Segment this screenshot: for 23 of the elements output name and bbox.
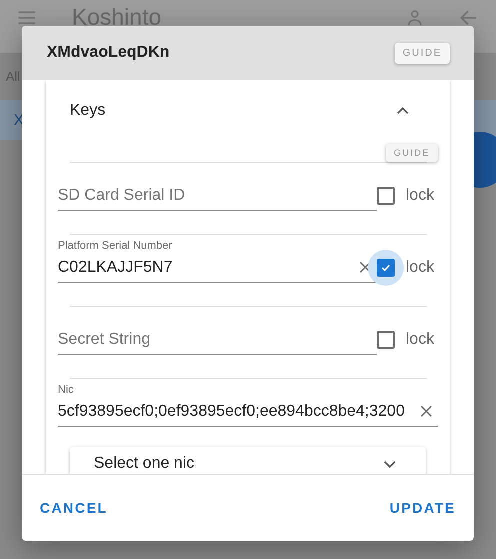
lock-label: lock [406,187,434,205]
lock-label: lock [406,259,434,277]
guide-button[interactable]: GUIDE [386,144,438,162]
field-label: Platform Serial Number [58,240,172,252]
checkbox[interactable] [377,187,395,205]
dialog-title: XMdvaoLeqDKn [47,44,170,62]
field-label: Nic [58,384,74,396]
field-label: SD Card Serial ID [58,186,186,204]
checkbox[interactable] [368,250,404,286]
lock-label: lock [406,331,434,349]
text-input[interactable]: C02LKAJJF5N7 [58,258,353,276]
select-label: Select one nic [94,455,195,472]
cancel-button[interactable]: CANCEL [30,492,118,524]
update-button[interactable]: UPDATE [380,492,466,524]
field-label: Secret String [58,330,150,348]
check-icon [380,262,392,274]
person-icon[interactable] [406,8,424,26]
checkbox[interactable] [377,331,395,349]
guide-button[interactable]: GUIDE [394,42,450,64]
text-input[interactable]: 5cf93895ecf0;0ef93895ecf0;ee894bcc8be4;3200 [58,402,414,420]
chevron-down-icon [384,461,396,468]
select-dropdown[interactable]: Select one nic [70,447,426,474]
section-title: Keys [70,102,106,120]
